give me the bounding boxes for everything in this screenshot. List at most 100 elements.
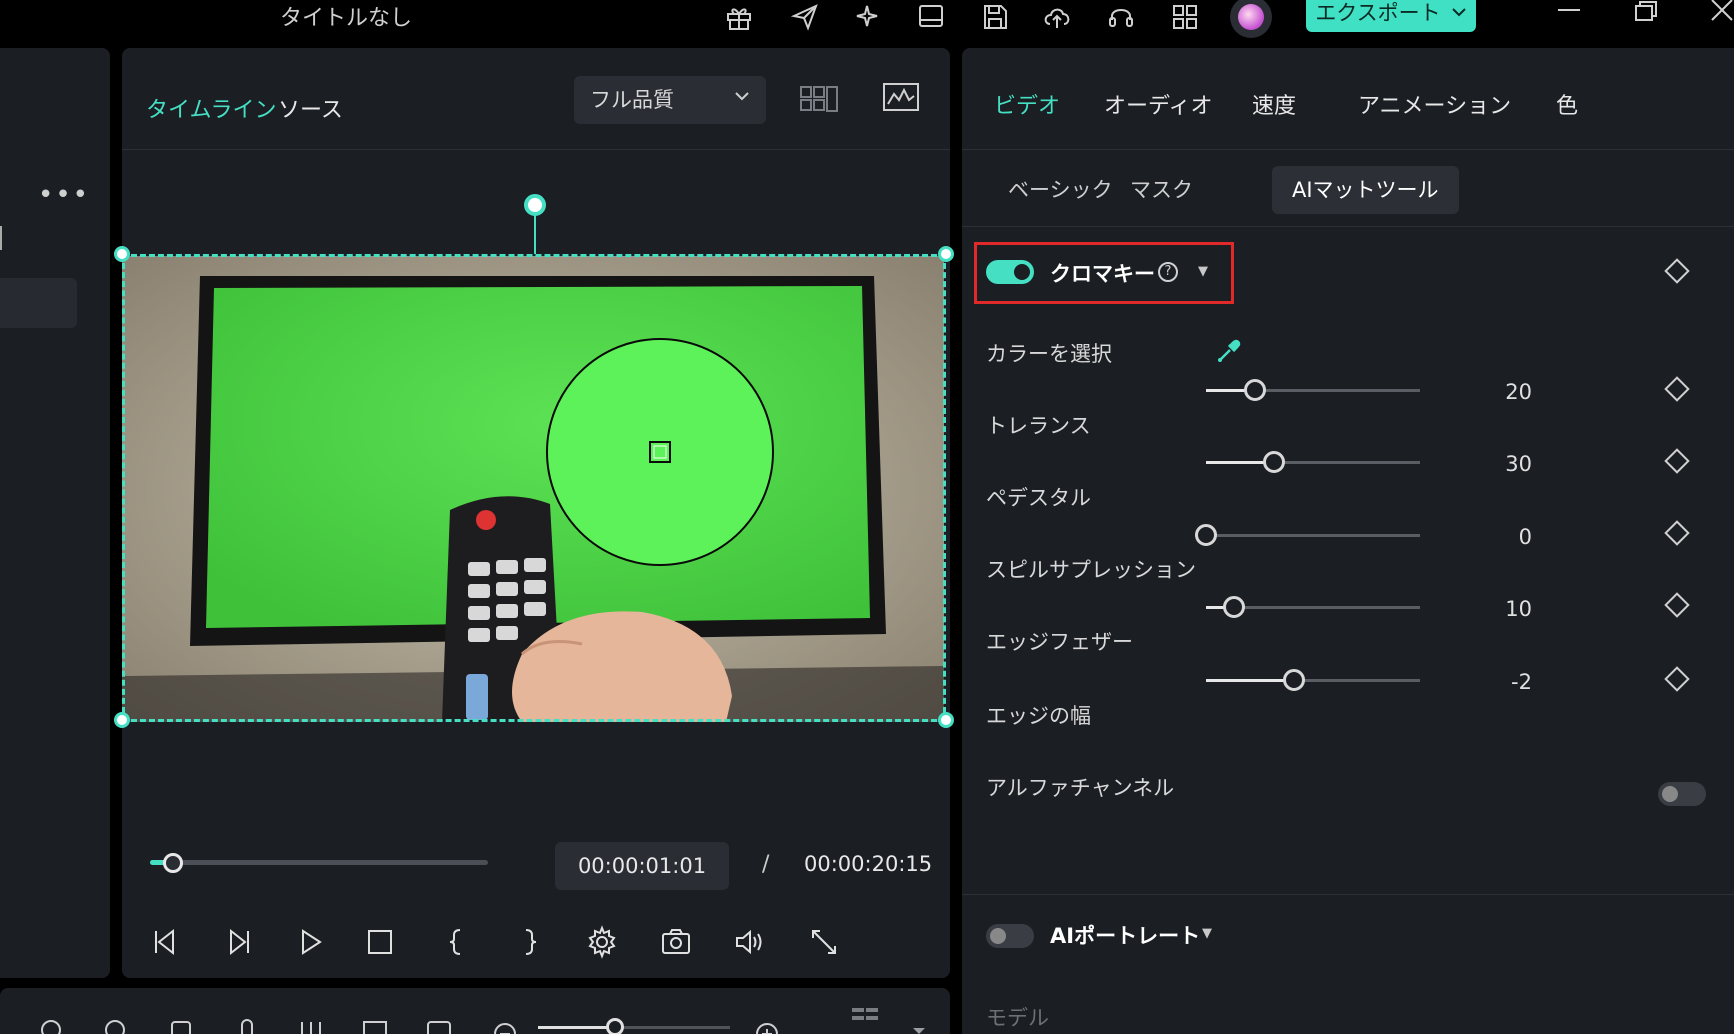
- mark-in-button[interactable]: [438, 924, 474, 960]
- spill-suppression-slider[interactable]: [1206, 534, 1420, 537]
- scene-detect-icon[interactable]: [36, 1010, 66, 1034]
- previous-frame-button[interactable]: [148, 924, 184, 960]
- subtab-divider: [962, 226, 1734, 227]
- cloud-upload-icon[interactable]: [1042, 2, 1072, 32]
- current-timecode[interactable]: 00:00:01:01: [555, 842, 729, 890]
- gift-icon[interactable]: [724, 2, 754, 32]
- video-preview[interactable]: [122, 256, 944, 722]
- send-icon[interactable]: [790, 2, 820, 32]
- tolerance-label: トレランス: [986, 414, 1091, 438]
- zoom-out-icon[interactable]: [490, 1010, 520, 1034]
- step-back-icon: [155, 928, 174, 956]
- keyframe-icon[interactable]: [1664, 520, 1690, 546]
- expand-icon: [812, 930, 836, 954]
- keyframe-icon[interactable]: [1664, 592, 1690, 618]
- apps-grid-icon[interactable]: [1170, 2, 1200, 32]
- mark-in-icon: [449, 929, 461, 955]
- step-forward-icon: [230, 928, 249, 956]
- tab-color[interactable]: 色: [1556, 88, 1578, 120]
- crop-icon[interactable]: [166, 1010, 196, 1034]
- chroma-key-toggle[interactable]: [986, 260, 1034, 284]
- eyedropper-icon[interactable]: [1216, 336, 1242, 364]
- audio-mixer-icon[interactable]: [296, 1010, 326, 1034]
- quality-value: フル品質: [590, 88, 674, 112]
- resize-handle-bottom-left[interactable]: [114, 712, 130, 728]
- pedestal-value[interactable]: 30: [1452, 452, 1532, 476]
- tab-audio[interactable]: オーディオ: [1104, 88, 1212, 120]
- minimize-button[interactable]: [1548, 0, 1588, 30]
- waveform-scope-icon[interactable]: [882, 82, 920, 114]
- tolerance-value[interactable]: 20: [1452, 380, 1532, 404]
- stop-button[interactable]: [362, 924, 398, 960]
- collapse-caret-icon[interactable]: ▼: [1202, 926, 1212, 941]
- avatar-image: [1238, 4, 1264, 30]
- spill-suppression-value[interactable]: 0: [1452, 525, 1532, 549]
- save-icon[interactable]: [980, 2, 1010, 32]
- collapse-caret-icon[interactable]: ▼: [1198, 264, 1208, 279]
- edge-width-label: エッジの幅: [986, 704, 1091, 728]
- project-title: タイトルなし: [280, 6, 413, 31]
- tab-timeline[interactable]: タイムライン: [146, 92, 276, 124]
- keyframe-icon[interactable]: [1664, 376, 1690, 402]
- quality-select[interactable]: フル品質: [574, 76, 766, 124]
- tab-animation[interactable]: アニメーション: [1358, 88, 1511, 120]
- pedestal-slider-handle[interactable]: [1263, 451, 1286, 473]
- resize-handle-top-right[interactable]: [938, 246, 954, 262]
- next-frame-button[interactable]: [220, 924, 256, 960]
- more-options-icon[interactable]: •••: [38, 180, 90, 210]
- speed-ramp-icon[interactable]: [100, 1010, 130, 1034]
- pedestal-label: ペデスタル: [986, 486, 1091, 510]
- media-list-item[interactable]: [0, 278, 77, 328]
- layout-grid-icon[interactable]: [850, 1004, 880, 1034]
- volume-icon: [736, 929, 762, 955]
- alpha-channel-toggle[interactable]: [1658, 782, 1706, 806]
- snapshot-button[interactable]: [658, 924, 694, 960]
- tab-video[interactable]: ビデオ: [994, 88, 1060, 120]
- render-settings-button[interactable]: [584, 924, 620, 960]
- tolerance-slider-handle[interactable]: [1244, 379, 1267, 401]
- keyframe-icon[interactable]: [1664, 258, 1690, 284]
- keyframe-icon[interactable]: [1664, 666, 1690, 692]
- list-view-icon[interactable]: [0, 226, 6, 250]
- volume-button[interactable]: [732, 924, 768, 960]
- edge-width-slider-handle[interactable]: [1282, 669, 1305, 691]
- alpha-channel-label: アルファチャンネル: [986, 776, 1175, 800]
- media-panel: •••: [0, 48, 110, 978]
- microphone-icon[interactable]: [232, 1010, 262, 1034]
- playback-scrubber[interactable]: [150, 860, 488, 865]
- scrubber-handle[interactable]: [162, 853, 183, 873]
- subtab-mask[interactable]: マスク: [1110, 166, 1213, 214]
- spill-suppression-slider-handle[interactable]: [1195, 524, 1217, 546]
- subtab-ai-matte-tool[interactable]: AIマットツール: [1272, 166, 1459, 214]
- help-icon[interactable]: ?: [1158, 262, 1178, 282]
- tab-speed[interactable]: 速度: [1252, 88, 1296, 120]
- chevron-down-icon[interactable]: [904, 1010, 934, 1034]
- ai-portrait-toggle[interactable]: [986, 924, 1034, 948]
- timeline-toolbar: [0, 988, 950, 1034]
- rotate-handle[interactable]: [524, 194, 546, 216]
- export-button[interactable]: エクスポート: [1306, 0, 1476, 32]
- play-button[interactable]: [292, 924, 328, 960]
- edge-feather-value[interactable]: 10: [1452, 597, 1532, 621]
- resize-handle-top-left[interactable]: [114, 246, 130, 262]
- insert-clip-icon[interactable]: [360, 1010, 390, 1034]
- zoom-slider-handle[interactable]: [606, 1018, 624, 1034]
- user-avatar[interactable]: [1230, 0, 1272, 38]
- keyframe-icon[interactable]: [1664, 448, 1690, 474]
- total-duration: 00:00:20:15: [804, 852, 933, 876]
- edge-feather-slider-handle[interactable]: [1222, 596, 1245, 618]
- fit-timeline-icon[interactable]: [424, 1010, 454, 1034]
- restore-button[interactable]: [1626, 0, 1666, 30]
- resize-handle-bottom-right[interactable]: [938, 712, 954, 728]
- layout-icon[interactable]: [916, 2, 946, 32]
- close-button[interactable]: [1706, 0, 1734, 30]
- grid-view-icon[interactable]: [800, 86, 840, 112]
- fullscreen-button[interactable]: [806, 924, 842, 960]
- headset-icon[interactable]: [1106, 2, 1136, 32]
- ai-sparkle-icon[interactable]: [852, 2, 882, 32]
- mark-out-button[interactable]: [512, 924, 548, 960]
- zoom-in-icon[interactable]: [752, 1010, 782, 1034]
- tab-source[interactable]: ソース: [278, 92, 343, 124]
- edge-width-value[interactable]: -2: [1452, 670, 1532, 694]
- select-color-label: カラーを選択: [986, 342, 1112, 366]
